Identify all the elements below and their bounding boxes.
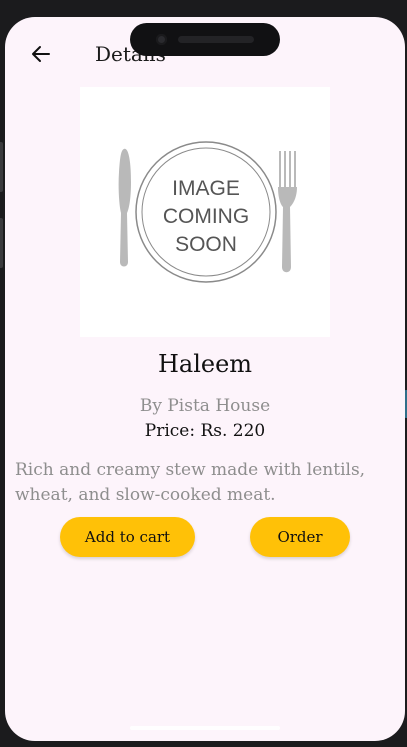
camera-notch [130, 23, 280, 56]
app-screen: Details IMAGE COMING SOON Haleem By Pist… [5, 17, 405, 741]
speaker-slot [178, 36, 254, 43]
device-frame: Details IMAGE COMING SOON Haleem By Pist… [0, 0, 407, 747]
dish-price: Price: Rs. 220 [144, 421, 266, 441]
restaurant-name: By Pista House [139, 396, 271, 416]
image-coming-soon-placeholder: IMAGE COMING SOON [118, 141, 297, 283]
placeholder-text-line2: COMING [163, 205, 249, 228]
fork-icon [278, 151, 297, 273]
add-to-cart-button[interactable]: Add to cart [60, 517, 195, 557]
home-indicator[interactable] [130, 726, 280, 730]
back-button[interactable] [27, 40, 55, 68]
side-button-volume-up [0, 142, 3, 192]
dish-description: Rich and creamy stew made with lentils, … [15, 460, 366, 505]
arrow-left-icon [32, 46, 50, 62]
knife-icon [118, 148, 131, 267]
placeholder-text-line3: SOON [175, 233, 237, 256]
camera-lens-icon [156, 34, 167, 45]
dish-name: Haleem [157, 350, 253, 378]
placeholder-text-line1: IMAGE [172, 177, 240, 200]
dish-image: IMAGE COMING SOON [80, 87, 330, 337]
side-button-volume-down [0, 218, 3, 268]
order-button[interactable]: Order [250, 517, 350, 557]
